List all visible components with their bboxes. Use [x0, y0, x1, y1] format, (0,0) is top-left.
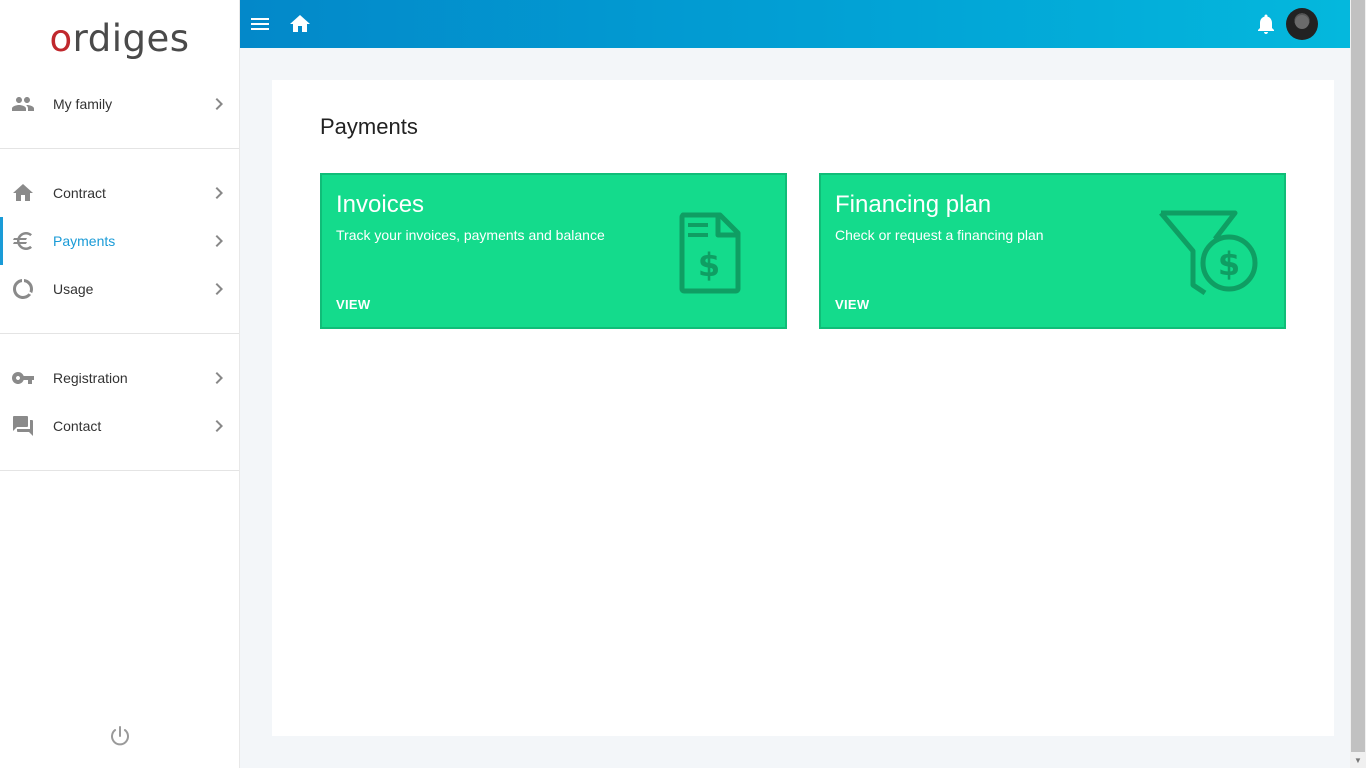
invoices-tile[interactable]: Invoices Track your invoices, payments a…: [320, 173, 787, 329]
logo[interactable]: ordiges: [0, 0, 239, 80]
logo-text: ordiges: [49, 16, 190, 60]
sidebar-item-usage[interactable]: Usage: [0, 265, 239, 313]
top-bar: [240, 0, 1350, 48]
chevron-right-icon: [207, 92, 231, 116]
chevron-right-icon: [207, 414, 231, 438]
user-avatar[interactable]: [1286, 8, 1318, 40]
forum-icon: [11, 414, 35, 438]
menu-icon[interactable]: [248, 12, 272, 36]
home-icon[interactable]: [288, 12, 312, 36]
power-icon[interactable]: [108, 724, 132, 748]
sidebar-item-label: Payments: [53, 233, 116, 249]
chevron-right-icon: [207, 366, 231, 390]
nav-group-family: My family: [0, 80, 239, 149]
view-button[interactable]: VIEW: [835, 297, 869, 312]
scroll-down-arrow-icon[interactable]: ▼: [1350, 752, 1366, 768]
euro-icon: [11, 229, 35, 253]
sidebar-item-label: My family: [53, 96, 113, 112]
chevron-right-icon: [207, 229, 231, 253]
sidebar-item-my-family[interactable]: My family: [0, 80, 239, 128]
main-content: Payments Invoices Track your invoices, p…: [272, 80, 1334, 736]
nav-group-support: Registration Contact: [0, 334, 239, 471]
home-icon: [11, 181, 35, 205]
bell-icon[interactable]: [1254, 12, 1278, 36]
nav-group-account: Contract Payments Usage: [0, 149, 239, 334]
key-icon: [11, 366, 35, 390]
sidebar-item-label: Usage: [53, 281, 94, 297]
sidebar-item-label: Contract: [53, 185, 106, 201]
financing-plan-tile[interactable]: Financing plan Check or request a financ…: [819, 173, 1286, 329]
tile-description: Check or request a financing plan: [835, 227, 1044, 243]
tile-description: Track your invoices, payments and balanc…: [336, 227, 605, 243]
sidebar: ordiges My family Contract Payments Usag…: [0, 0, 240, 768]
tile-title: Financing plan: [835, 191, 992, 218]
donut-icon: [11, 277, 35, 301]
view-button[interactable]: VIEW: [336, 297, 370, 312]
scrollbar[interactable]: ▼: [1350, 0, 1366, 768]
svg-text:$: $: [1218, 245, 1240, 283]
sidebar-item-registration[interactable]: Registration: [0, 354, 239, 402]
chevron-right-icon: [207, 277, 231, 301]
invoice-dollar-icon: $: [678, 211, 742, 295]
scrollbar-thumb[interactable]: [1351, 0, 1365, 752]
sidebar-item-contact[interactable]: Contact: [0, 402, 239, 450]
sidebar-item-label: Registration: [53, 370, 128, 386]
page-title: Payments: [320, 114, 418, 139]
tile-title: Invoices: [336, 191, 425, 218]
sidebar-item-payments[interactable]: Payments: [0, 217, 239, 265]
sidebar-item-contract[interactable]: Contract: [0, 169, 239, 217]
funnel-dollar-icon: $: [1157, 209, 1261, 296]
sidebar-item-label: Contact: [53, 418, 102, 434]
svg-text:$: $: [698, 246, 720, 284]
people-icon: [11, 92, 35, 116]
chevron-right-icon: [207, 181, 231, 205]
